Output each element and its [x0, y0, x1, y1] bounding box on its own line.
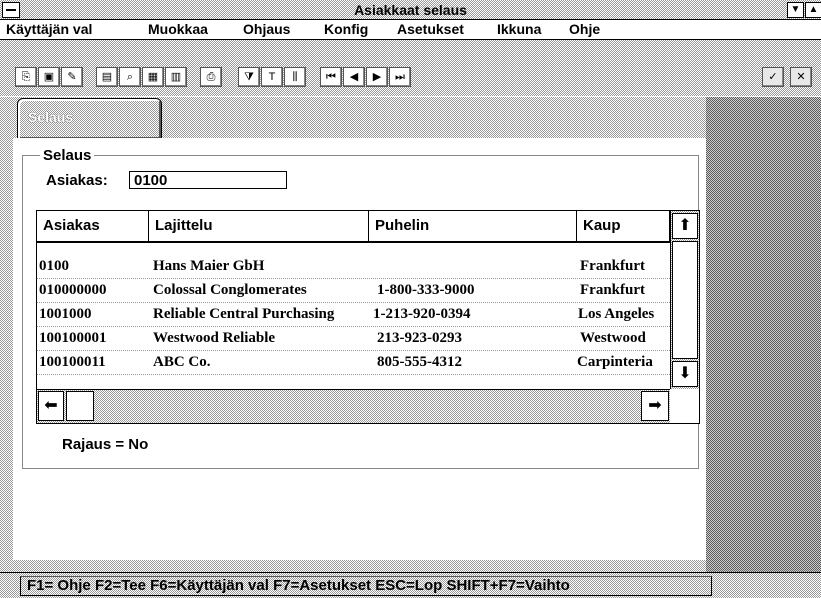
workspace-side-area — [706, 97, 821, 572]
column-header-kaup[interactable]: Kaup — [577, 211, 670, 243]
vertical-scrollbar[interactable]: ⬆ ⬇ — [670, 211, 699, 389]
first-record-icon[interactable]: ⏮ — [320, 67, 342, 87]
asiakas-input[interactable]: 0100 — [129, 171, 287, 189]
group-label: Selaus — [40, 147, 95, 164]
asiakas-label: Asiakas: — [46, 172, 108, 189]
columns-icon[interactable]: ⫼ — [284, 67, 306, 87]
status-text: F1= Ohje F2=Tee F6=Käyttäjän val F7=Aset… — [27, 577, 570, 594]
row-divider — [37, 374, 670, 375]
menu-ohje[interactable]: Ohje — [569, 21, 600, 37]
title-bar: Asiakkaat selaus ▼ ▲ — [0, 0, 821, 20]
cell-puhelin: 213-923-0293 — [377, 330, 462, 346]
customer-table: Asiakas Lajittelu Puhelin Kaup 0100 Hans… — [36, 210, 700, 424]
scroll-right-icon[interactable]: ➡ — [641, 391, 669, 421]
print-icon[interactable]: ⎙ — [200, 67, 222, 87]
menu-asetukset[interactable]: Asetukset — [397, 21, 464, 37]
tab-selaus-label: Selaus — [28, 109, 74, 125]
previous-record-icon[interactable]: ◀ — [343, 67, 365, 87]
column-header-asiakas[interactable]: Asiakas — [37, 211, 149, 243]
status-bar: F1= Ohje F2=Tee F6=Käyttäjän val F7=Aset… — [0, 572, 821, 598]
find-icon[interactable]: ⌕ — [119, 67, 141, 87]
column-header-puhelin[interactable]: Puhelin — [369, 211, 577, 243]
scroll-down-icon[interactable]: ⬇ — [672, 361, 698, 387]
scroll-up-icon[interactable]: ⬆ — [672, 213, 698, 239]
edit-icon[interactable]: ✎ — [61, 67, 83, 87]
cancel-icon[interactable]: ✕ — [790, 67, 812, 87]
cell-kaup: Frankfurt — [580, 282, 645, 298]
accept-icon[interactable]: ✓ — [762, 67, 784, 87]
vertical-scroll-thumb[interactable] — [672, 241, 698, 359]
cell-puhelin: 1-213-920-0394 — [373, 306, 471, 322]
table-row[interactable]: 1001000 Reliable Central Purchasing 1-21… — [37, 303, 670, 325]
filter-status: Rajaus = No — [62, 436, 149, 453]
menu-bar: Käyttäjän val Muokkaa Ohjaus Konfig Aset… — [0, 20, 821, 40]
last-record-icon[interactable]: ⏭ — [389, 67, 411, 87]
menu-konfig[interactable]: Konfig — [324, 21, 368, 37]
filter-icon[interactable]: ⧩ — [238, 67, 260, 87]
cell-kaup: Los Angeles — [578, 306, 655, 322]
scroll-left-icon[interactable]: ⬅ — [38, 391, 64, 421]
next-record-icon[interactable]: ▶ — [366, 67, 388, 87]
window-title: Asiakkaat selaus — [354, 2, 467, 18]
maximize-button[interactable]: ▲ — [805, 2, 821, 18]
cell-lajittelu: Westwood Reliable — [153, 330, 276, 346]
table-row[interactable]: 100100011 ABC Co. 805-555-4312 Carpinter… — [37, 351, 670, 373]
cell-lajittelu: Hans Maier GbH — [153, 258, 265, 274]
text-icon[interactable]: T — [261, 67, 283, 87]
menu-ohjaus[interactable]: Ohjaus — [243, 21, 290, 37]
cell-kaup: Carpinteria — [577, 354, 653, 370]
grid-icon[interactable]: ▦ — [142, 67, 164, 87]
table-row[interactable]: 100100001 Westwood Reliable 213-923-0293… — [37, 327, 670, 349]
cell-lajittelu: Colossal Conglomerates — [153, 282, 307, 298]
copy-icon[interactable]: ⎘ — [15, 67, 37, 87]
cell-asiakas: 0100 — [39, 258, 69, 274]
cell-puhelin: 805-555-4312 — [377, 354, 462, 370]
table-row[interactable]: 010000000 Colossal Conglomerates 1-800-3… — [37, 279, 670, 301]
cell-lajittelu: ABC Co. — [153, 354, 211, 370]
form-icon[interactable]: ▤ — [96, 67, 118, 87]
minimize-button[interactable]: ▼ — [787, 2, 804, 18]
cell-asiakas: 010000000 — [39, 282, 107, 298]
cell-puhelin: 1-800-333-9000 — [377, 282, 475, 298]
menu-kayttajan-val[interactable]: Käyttäjän val — [6, 21, 92, 37]
horizontal-scrollbar[interactable]: ⬅ ➡ — [37, 389, 670, 423]
paste-icon[interactable]: ▣ — [38, 67, 60, 87]
column-header-lajittelu[interactable]: Lajittelu — [149, 211, 369, 243]
cell-lajittelu: Reliable Central Purchasing — [153, 306, 335, 322]
cell-asiakas: 1001000 — [39, 306, 92, 322]
toolbar: ⎘ ▣ ✎ ▤ ⌕ ▦ ▥ ⎙ ⧩ T ⫼ ⏮ ◀ ▶ ⏭ ✓ ✕ — [0, 40, 821, 96]
table-icon[interactable]: ▥ — [165, 67, 187, 87]
menu-muokkaa[interactable]: Muokkaa — [148, 21, 208, 37]
menu-ikkuna[interactable]: Ikkuna — [497, 21, 541, 37]
function-key-hints: F1= Ohje F2=Tee F6=Käyttäjän val F7=Aset… — [20, 576, 712, 596]
tab-selaus[interactable]: Selaus — [17, 98, 162, 140]
cell-asiakas: 100100001 — [39, 330, 107, 346]
cell-asiakas: 100100011 — [39, 354, 106, 370]
horizontal-scroll-thumb[interactable] — [66, 391, 94, 421]
cell-kaup: Westwood — [580, 330, 646, 346]
cell-puhelin — [377, 255, 573, 277]
cell-kaup: Frankfurt — [580, 258, 645, 274]
table-row[interactable]: 0100 Hans Maier GbH Frankfurt — [37, 255, 670, 277]
